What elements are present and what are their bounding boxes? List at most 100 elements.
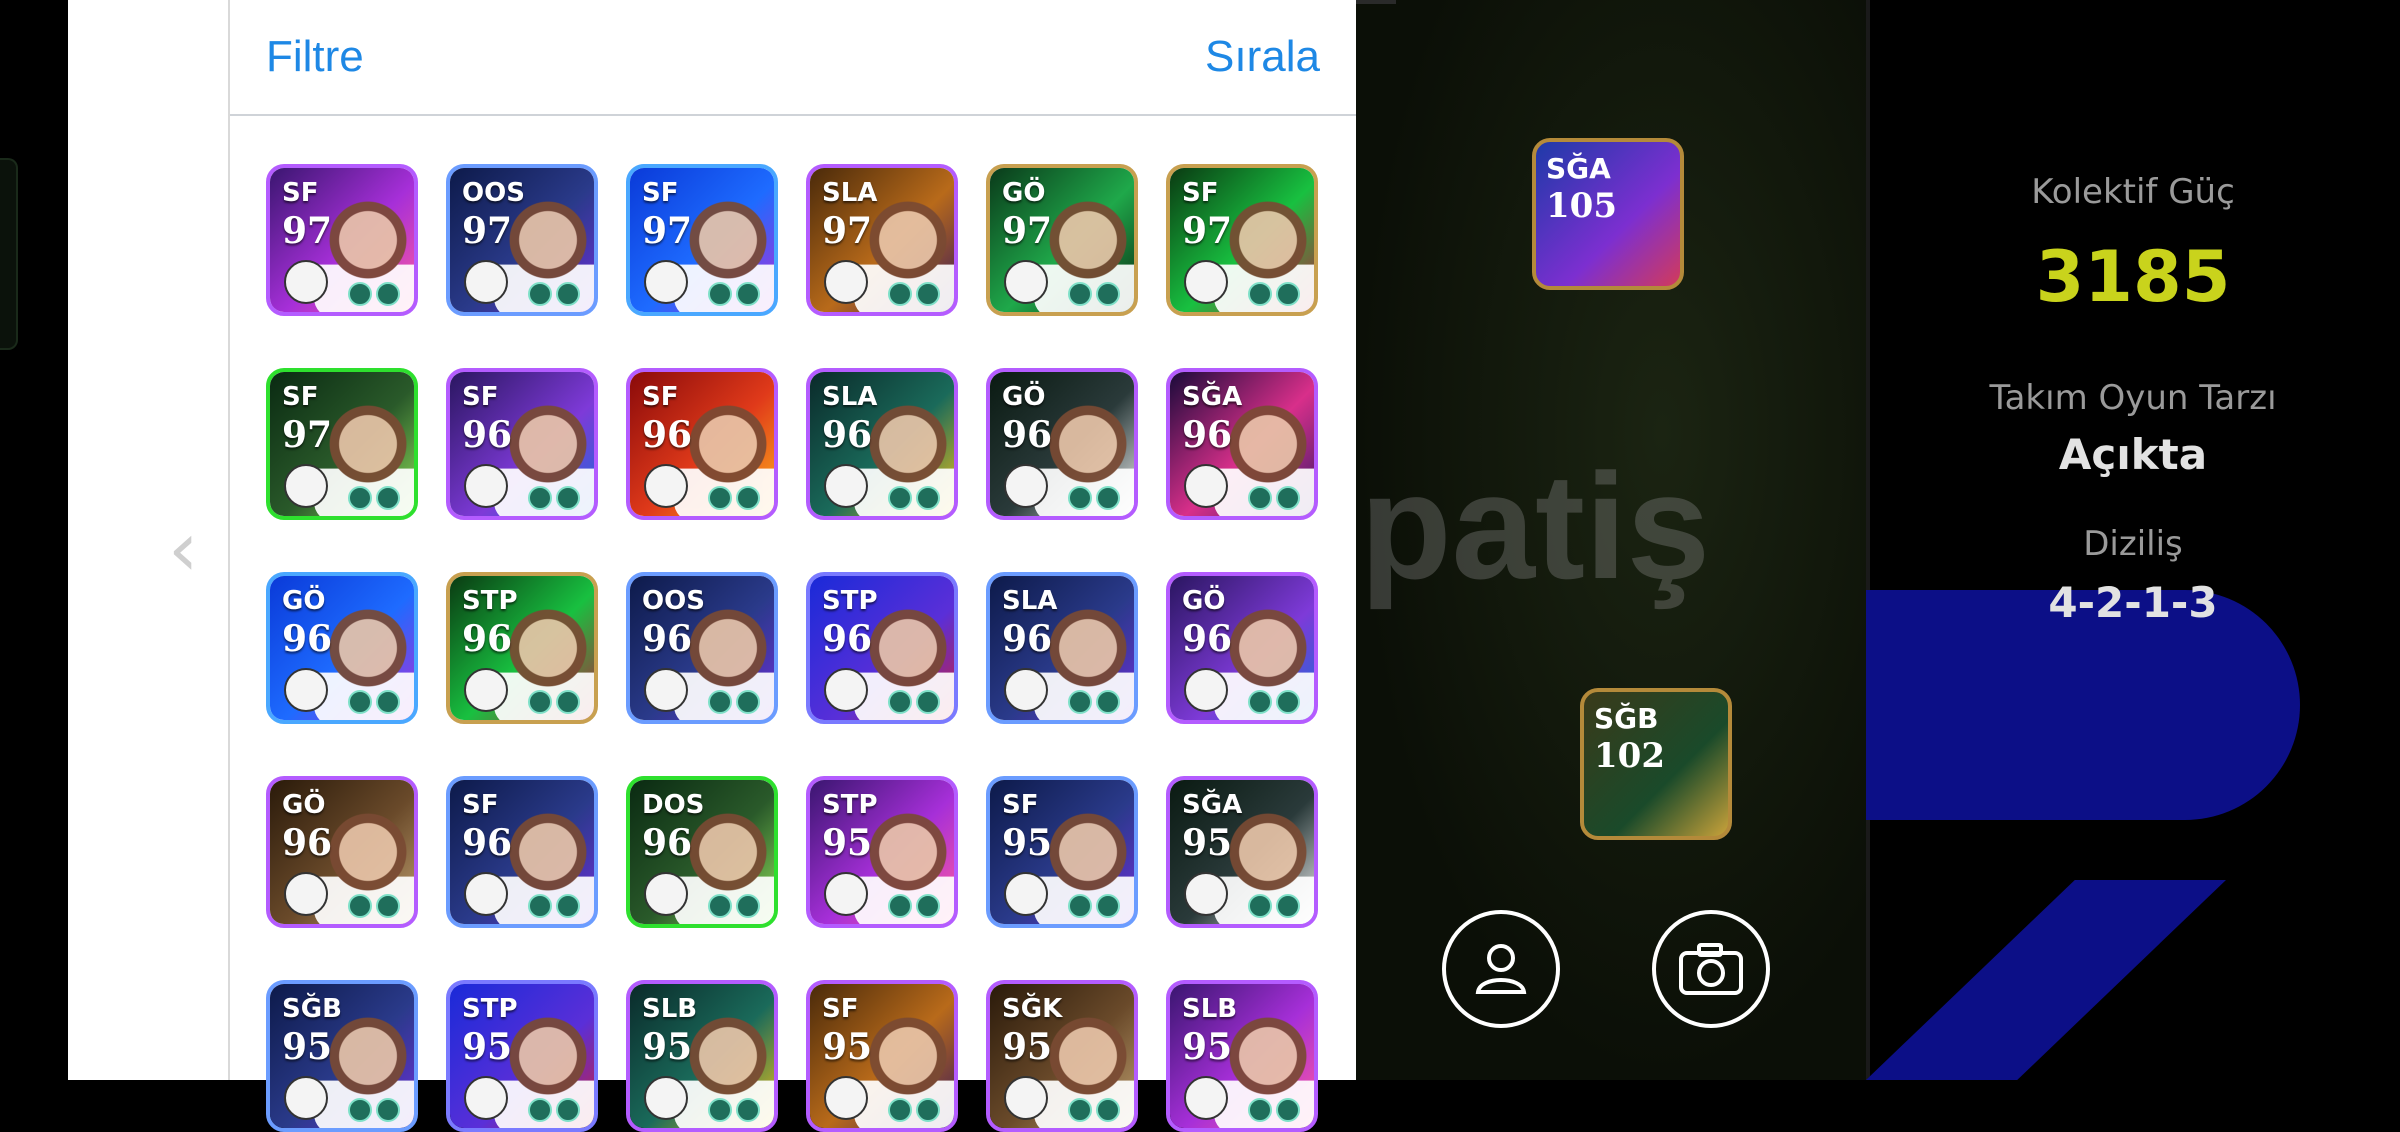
player-card[interactable]: STP 95 bbox=[446, 980, 598, 1132]
club-badge-icon bbox=[284, 872, 328, 916]
player-card[interactable]: SF 97 bbox=[1166, 164, 1318, 316]
skill-chip-icon bbox=[1248, 486, 1272, 510]
player-card[interactable]: GÖ 96 bbox=[266, 572, 418, 724]
card-skill-chips bbox=[708, 282, 760, 306]
card-position: SLB bbox=[642, 994, 698, 1024]
player-card[interactable]: GÖ 96 bbox=[986, 368, 1138, 520]
card-position: SĞB bbox=[282, 994, 342, 1024]
player-card[interactable]: SF 96 bbox=[446, 368, 598, 520]
card-skill-chips bbox=[1068, 690, 1120, 714]
skill-chip-icon bbox=[1068, 486, 1092, 510]
card-rating: 97 bbox=[462, 210, 513, 252]
skill-chip-icon bbox=[556, 486, 580, 510]
sort-button[interactable]: Sırala bbox=[1205, 32, 1320, 82]
card-rating: 95 bbox=[1182, 822, 1233, 864]
club-badge-icon bbox=[644, 872, 688, 916]
player-card[interactable]: SLA 96 bbox=[806, 368, 958, 520]
card-skill-chips bbox=[348, 486, 400, 510]
player-card[interactable]: STP 96 bbox=[446, 572, 598, 724]
skill-chip-icon bbox=[1096, 486, 1120, 510]
panel-header: Filtre Sırala bbox=[230, 0, 1356, 116]
card-rating: 97 bbox=[642, 210, 693, 252]
player-card[interactable]: SĞB 95 bbox=[266, 980, 418, 1132]
camera-button[interactable] bbox=[1652, 910, 1770, 1028]
card-position: SLA bbox=[822, 382, 878, 412]
card-rating: 96 bbox=[1002, 618, 1053, 660]
filter-button[interactable]: Filtre bbox=[266, 32, 364, 82]
player-list-panel: Filtre Sırala SF 97 OOS 97 SF 97 SLA 97 GÖ 97 SF 97… bbox=[228, 0, 1356, 1132]
player-card[interactable]: OOS 97 bbox=[446, 164, 598, 316]
card-skill-chips bbox=[1248, 1098, 1300, 1122]
team-play-style-label: Takım Oyun Tarzı bbox=[1989, 378, 2277, 418]
card-rating: 96 bbox=[462, 822, 513, 864]
player-card[interactable]: SLA 97 bbox=[806, 164, 958, 316]
pitch-card-position: SĞB bbox=[1594, 702, 1659, 735]
skill-chip-icon bbox=[348, 486, 372, 510]
card-position: STP bbox=[822, 586, 878, 616]
card-rating: 95 bbox=[282, 1026, 333, 1068]
player-card[interactable]: GÖ 97 bbox=[986, 164, 1138, 316]
skill-chip-icon bbox=[556, 894, 580, 918]
card-position: OOS bbox=[462, 178, 525, 208]
player-card[interactable]: STP 95 bbox=[806, 776, 958, 928]
club-badge-icon bbox=[1004, 260, 1048, 304]
skill-chip-icon bbox=[916, 282, 940, 306]
player-card[interactable]: SĞK 95 bbox=[986, 980, 1138, 1132]
card-position: SF bbox=[282, 382, 319, 412]
player-card[interactable]: SF 97 bbox=[266, 164, 418, 316]
card-position: GÖ bbox=[282, 586, 326, 616]
card-rating: 97 bbox=[282, 210, 333, 252]
card-rating: 96 bbox=[642, 822, 693, 864]
player-card[interactable]: SF 95 bbox=[806, 980, 958, 1132]
skill-chip-icon bbox=[556, 690, 580, 714]
player-card[interactable]: SLB 95 bbox=[1166, 980, 1318, 1132]
formation-value: 4-2-1-3 bbox=[2048, 578, 2218, 627]
card-position: SF bbox=[462, 790, 499, 820]
skill-chip-icon bbox=[916, 690, 940, 714]
card-position: GÖ bbox=[1002, 382, 1046, 412]
card-skill-chips bbox=[528, 690, 580, 714]
side-handle[interactable] bbox=[0, 158, 18, 350]
skill-chip-icon bbox=[888, 486, 912, 510]
club-badge-icon bbox=[824, 1076, 868, 1120]
card-skill-chips bbox=[888, 486, 940, 510]
skill-chip-icon bbox=[376, 690, 400, 714]
card-skill-chips bbox=[528, 894, 580, 918]
pitch-player-card-1[interactable]: SĞA 105 bbox=[1532, 138, 1684, 290]
player-card[interactable]: GÖ 96 bbox=[266, 776, 418, 928]
profile-button[interactable] bbox=[1442, 910, 1560, 1028]
player-card[interactable]: SĞA 95 bbox=[1166, 776, 1318, 928]
card-skill-chips bbox=[888, 1098, 940, 1122]
skill-chip-icon bbox=[528, 1098, 552, 1122]
player-card[interactable]: SLB 95 bbox=[626, 980, 778, 1132]
card-position: SF bbox=[462, 382, 499, 412]
player-card[interactable]: STP 96 bbox=[806, 572, 958, 724]
player-card[interactable]: OOS 96 bbox=[626, 572, 778, 724]
skill-chip-icon bbox=[708, 282, 732, 306]
pitch-card-position: SĞA bbox=[1546, 152, 1611, 185]
card-rating: 95 bbox=[1002, 1026, 1053, 1068]
card-skill-chips bbox=[1068, 282, 1120, 306]
pitch-player-card-2[interactable]: SĞB 102 bbox=[1580, 688, 1732, 840]
club-badge-icon bbox=[284, 1076, 328, 1120]
player-card[interactable]: SF 95 bbox=[986, 776, 1138, 928]
club-badge-icon bbox=[1184, 1076, 1228, 1120]
card-rating: 95 bbox=[822, 1026, 873, 1068]
skill-chip-icon bbox=[708, 690, 732, 714]
player-card[interactable]: DOS 96 bbox=[626, 776, 778, 928]
card-skill-chips bbox=[1068, 1098, 1120, 1122]
player-card[interactable]: SF 97 bbox=[626, 164, 778, 316]
chevron-left-icon[interactable]: ‹ bbox=[168, 506, 204, 592]
card-skill-chips bbox=[348, 894, 400, 918]
card-position: DOS bbox=[642, 790, 705, 820]
player-card[interactable]: SF 97 bbox=[266, 368, 418, 520]
player-card[interactable]: GÖ 96 bbox=[1166, 572, 1318, 724]
player-card[interactable]: SF 96 bbox=[626, 368, 778, 520]
card-rating: 96 bbox=[822, 618, 873, 660]
skill-chip-icon bbox=[1276, 1098, 1300, 1122]
card-rating: 97 bbox=[1182, 210, 1233, 252]
player-card[interactable]: SLA 96 bbox=[986, 572, 1138, 724]
player-card[interactable]: SĞA 96 bbox=[1166, 368, 1318, 520]
player-card[interactable]: SF 96 bbox=[446, 776, 598, 928]
card-position: GÖ bbox=[282, 790, 326, 820]
